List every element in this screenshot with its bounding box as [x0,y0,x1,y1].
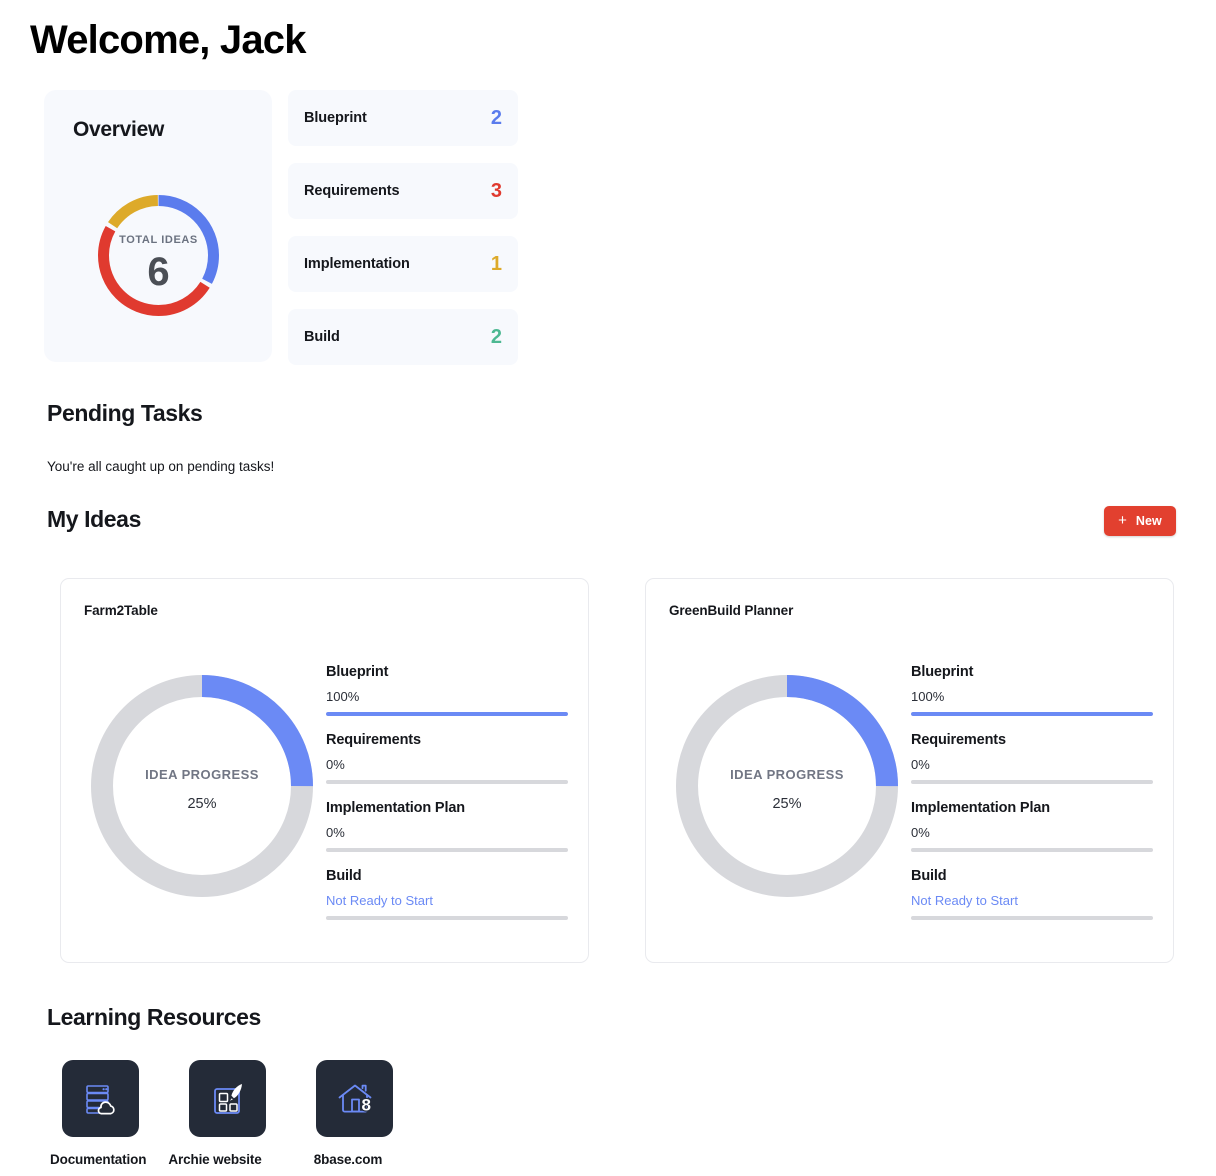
idea-progress-label: IDEA PROGRESS [145,767,259,782]
phase-progress-bar [911,916,1153,920]
blueprint-feather-icon [213,1083,242,1114]
stat-row-requirements[interactable]: Requirements 3 [288,163,518,219]
pending-tasks-empty-message: You're all caught up on pending tasks! [47,459,275,474]
phase-status-link[interactable]: Not Ready to Start [911,893,1153,908]
phase-name: Requirements [911,732,1006,748]
phase-name: Build [326,868,362,884]
phase-list: Blueprint 100% Requirements 0% Implement… [911,664,1153,920]
phase-name: Implementation Plan [326,800,465,816]
phase-block-requirements: Requirements 0% [911,732,1153,784]
pending-tasks-heading: Pending Tasks [47,400,203,426]
stat-label: Implementation [304,256,410,272]
phase-status: 0% [911,757,930,772]
idea-card[interactable]: Farm2Table IDEA PROGRESS 25% Blueprint 1… [60,578,589,963]
phase-progress-bar [326,780,568,784]
phase-block-implementation-plan: Implementation Plan 0% [326,800,568,852]
idea-progress-value: 25% [187,796,217,812]
stat-label: Blueprint [304,110,367,126]
idea-card-title: GreenBuild Planner [669,603,794,618]
stat-value: 2 [490,106,502,129]
my-ideas-heading: My Ideas [47,506,141,532]
phase-block-implementation-plan: Implementation Plan 0% [911,800,1153,852]
phase-progress-fill [326,712,568,716]
phase-status: 100% [326,689,360,704]
phase-progress-bar [911,848,1153,852]
new-idea-button-label: New [1135,514,1162,528]
learning-resources-heading: Learning Resources [47,1004,261,1030]
resource-item-documentation[interactable]: Documentation [50,1060,146,1167]
phase-name: Requirements [326,732,421,748]
stat-value: 1 [490,252,502,275]
phase-status: 0% [911,825,930,840]
stat-row-implementation[interactable]: Implementation 1 [288,236,518,292]
phase-block-build: Build Not Ready to Start [911,868,1153,920]
overview-title: Overview [73,118,164,141]
resource-tile [189,1060,266,1137]
house-8-icon: 8 [338,1084,372,1115]
svg-text:8: 8 [361,1095,370,1114]
phase-block-build: Build Not Ready to Start [326,868,568,920]
phase-progress-bar [911,712,1153,716]
idea-progress-label: IDEA PROGRESS [730,767,844,782]
resource-item-archie-website[interactable]: Archie website [168,1060,266,1167]
stat-label: Requirements [304,183,400,199]
stat-value: 2 [490,325,502,348]
overview-card: Overview TOTAL IDEAS 6 [44,90,272,362]
stat-list: Blueprint 2 Requirements 3 Implementatio… [288,90,518,365]
phase-status-link[interactable]: Not Ready to Start [326,893,568,908]
stat-row-build[interactable]: Build 2 [288,309,518,365]
idea-progress-donut-svg [91,675,313,897]
plus-icon: + [1118,512,1127,529]
phase-progress-bar [326,916,568,920]
dashboard-page: Welcome, Jack Overview TOTAL IDEAS 6 Blu… [0,0,1216,1176]
resource-label: Archie website [168,1152,262,1167]
stat-row-blueprint[interactable]: Blueprint 2 [288,90,518,146]
phase-status: 100% [911,689,945,704]
resource-tile [62,1060,139,1137]
page-title: Welcome, Jack [30,18,307,62]
server-cloud-icon [85,1084,115,1114]
phase-status: 0% [326,825,345,840]
total-ideas-donut-chart: TOTAL IDEAS 6 [93,190,224,321]
phase-status: 0% [326,757,345,772]
phase-list: Blueprint 100% Requirements 0% Implement… [326,664,568,920]
resource-tile: 8 [316,1060,393,1137]
idea-progress-value: 25% [772,796,802,812]
phase-name: Build [911,868,947,884]
resource-item-8base[interactable]: 8 8base.com [314,1060,393,1167]
phase-name: Implementation Plan [911,800,1050,816]
phase-progress-bar [326,712,568,716]
phase-name: Blueprint [326,664,389,680]
donut-center-value: 6 [147,250,170,294]
resource-label: Documentation [50,1152,147,1167]
resource-label: 8base.com [313,1152,383,1167]
phase-progress-bar [911,780,1153,784]
idea-card[interactable]: GreenBuild Planner IDEA PROGRESS 25% Blu… [645,578,1174,963]
stat-label: Build [304,329,340,345]
phase-block-blueprint: Blueprint 100% [911,664,1153,716]
phase-block-requirements: Requirements 0% [326,732,568,784]
donut-center-label: TOTAL IDEAS [119,234,198,246]
stat-value: 3 [490,179,502,202]
phase-progress-fill [911,712,1153,716]
idea-progress-donut-svg [676,675,898,897]
new-idea-button[interactable]: + New [1104,506,1176,536]
learning-resources-list: Documentation Archie website 8 8base.com [50,1060,393,1167]
phase-block-blueprint: Blueprint 100% [326,664,568,716]
phase-progress-bar [326,848,568,852]
phase-name: Blueprint [911,664,974,680]
idea-card-title: Farm2Table [84,603,158,618]
idea-progress-donut-chart: IDEA PROGRESS 25% [87,671,317,901]
idea-progress-donut-chart: IDEA PROGRESS 25% [672,671,902,901]
